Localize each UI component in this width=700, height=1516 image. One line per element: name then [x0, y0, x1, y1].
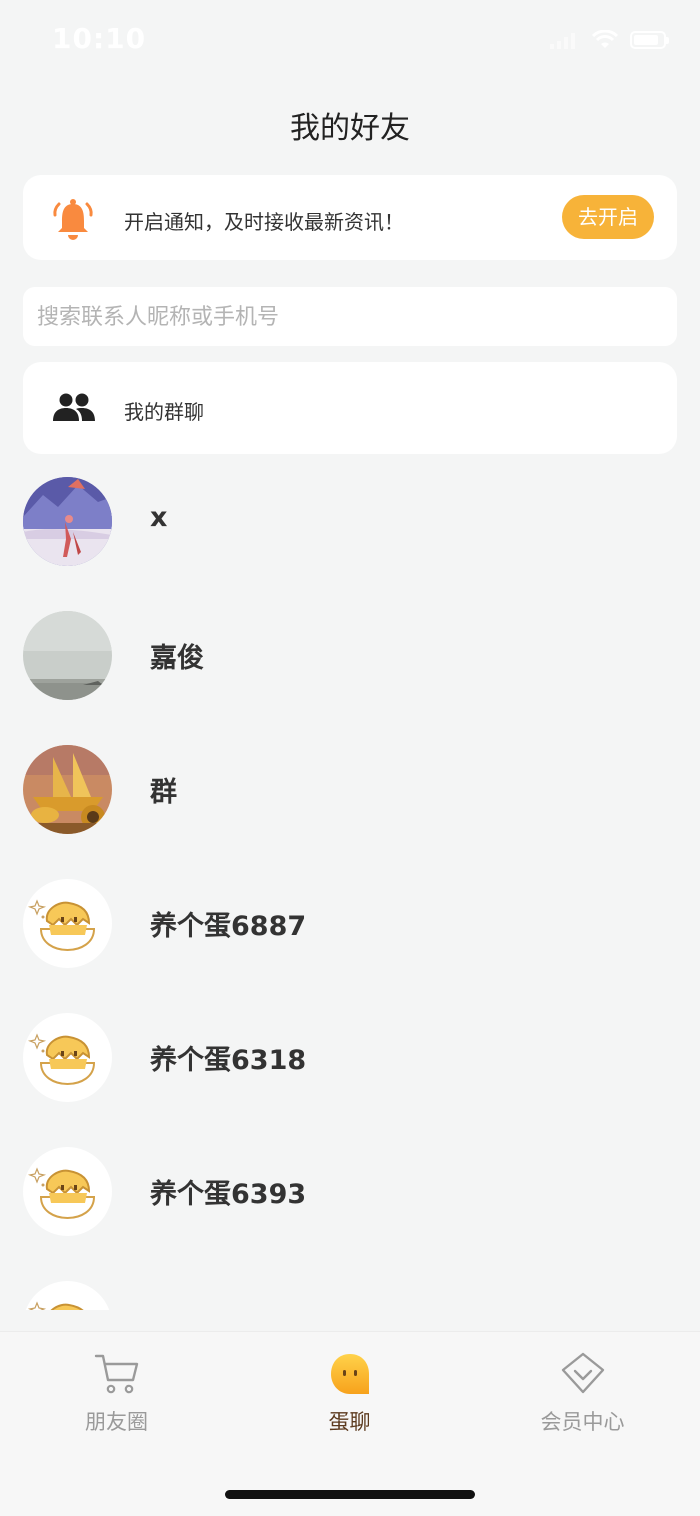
status-bar: 10:10: [0, 0, 700, 84]
egg-chat-icon: [330, 1354, 369, 1394]
contact-item[interactable]: 养个蛋6393: [0, 1137, 700, 1237]
tab-egg-chat[interactable]: 蛋聊: [233, 1332, 466, 1452]
cart-icon: [94, 1354, 138, 1394]
contact-item[interactable]: 嘉俊: [0, 601, 700, 701]
egg-avatar: [23, 879, 112, 968]
status-time: 10:10: [52, 22, 147, 55]
notification-banner: 开启通知，及时接收最新资讯！ 去开启: [23, 175, 677, 260]
snow-scene-avatar: [23, 477, 112, 566]
search-bar: [23, 287, 677, 348]
search-input[interactable]: [35, 287, 659, 348]
home-indicator: [225, 1490, 475, 1499]
contact-list: x 嘉俊 群 养个蛋6887 养个蛋6318 养个蛋6393: [0, 467, 700, 1310]
tab-moments[interactable]: 朋友圈: [0, 1332, 233, 1452]
diamond-icon: [561, 1352, 604, 1394]
page-title: 我的好友: [290, 111, 410, 146]
tab-label: 朋友圈: [85, 1410, 148, 1434]
signal-icon: [550, 33, 575, 49]
wifi-icon: [592, 30, 618, 48]
contact-item[interactable]: [0, 1271, 700, 1310]
contact-name: 养个蛋6318: [150, 1045, 307, 1076]
contact-name: 养个蛋6393: [150, 1179, 307, 1210]
group-people-icon: [53, 393, 95, 421]
contact-name: x: [150, 502, 168, 533]
group-chats-label: 我的群聊: [124, 400, 204, 424]
egg-avatar: [23, 1281, 112, 1310]
contact-name: 群: [150, 777, 177, 808]
golden-ship-avatar: [23, 745, 112, 834]
my-group-chats-item[interactable]: 我的群聊: [23, 362, 677, 454]
contact-name: 养个蛋6887: [150, 911, 307, 942]
status-icons: [550, 30, 669, 50]
contact-item[interactable]: 养个蛋6318: [0, 1003, 700, 1103]
sky-landscape-avatar: [23, 611, 112, 700]
tab-member-center[interactable]: 会员中心: [466, 1332, 699, 1452]
egg-avatar: [23, 1013, 112, 1102]
tab-label: 蛋聊: [328, 1410, 371, 1434]
contact-item[interactable]: x: [0, 467, 700, 567]
contact-name: 嘉俊: [150, 643, 204, 674]
bottom-tab-bar: 朋友圈 蛋聊 会员中心: [0, 1331, 700, 1516]
notification-text: 开启通知，及时接收最新资讯！: [124, 210, 404, 234]
bell-icon: [53, 199, 93, 240]
tab-label: 会员中心: [540, 1410, 625, 1434]
battery-icon: [630, 31, 669, 49]
contact-item[interactable]: 养个蛋6887: [0, 869, 700, 969]
egg-avatar: [23, 1147, 112, 1236]
enable-notification-button[interactable]: 去开启: [562, 195, 654, 239]
contact-item[interactable]: 群: [0, 735, 700, 835]
